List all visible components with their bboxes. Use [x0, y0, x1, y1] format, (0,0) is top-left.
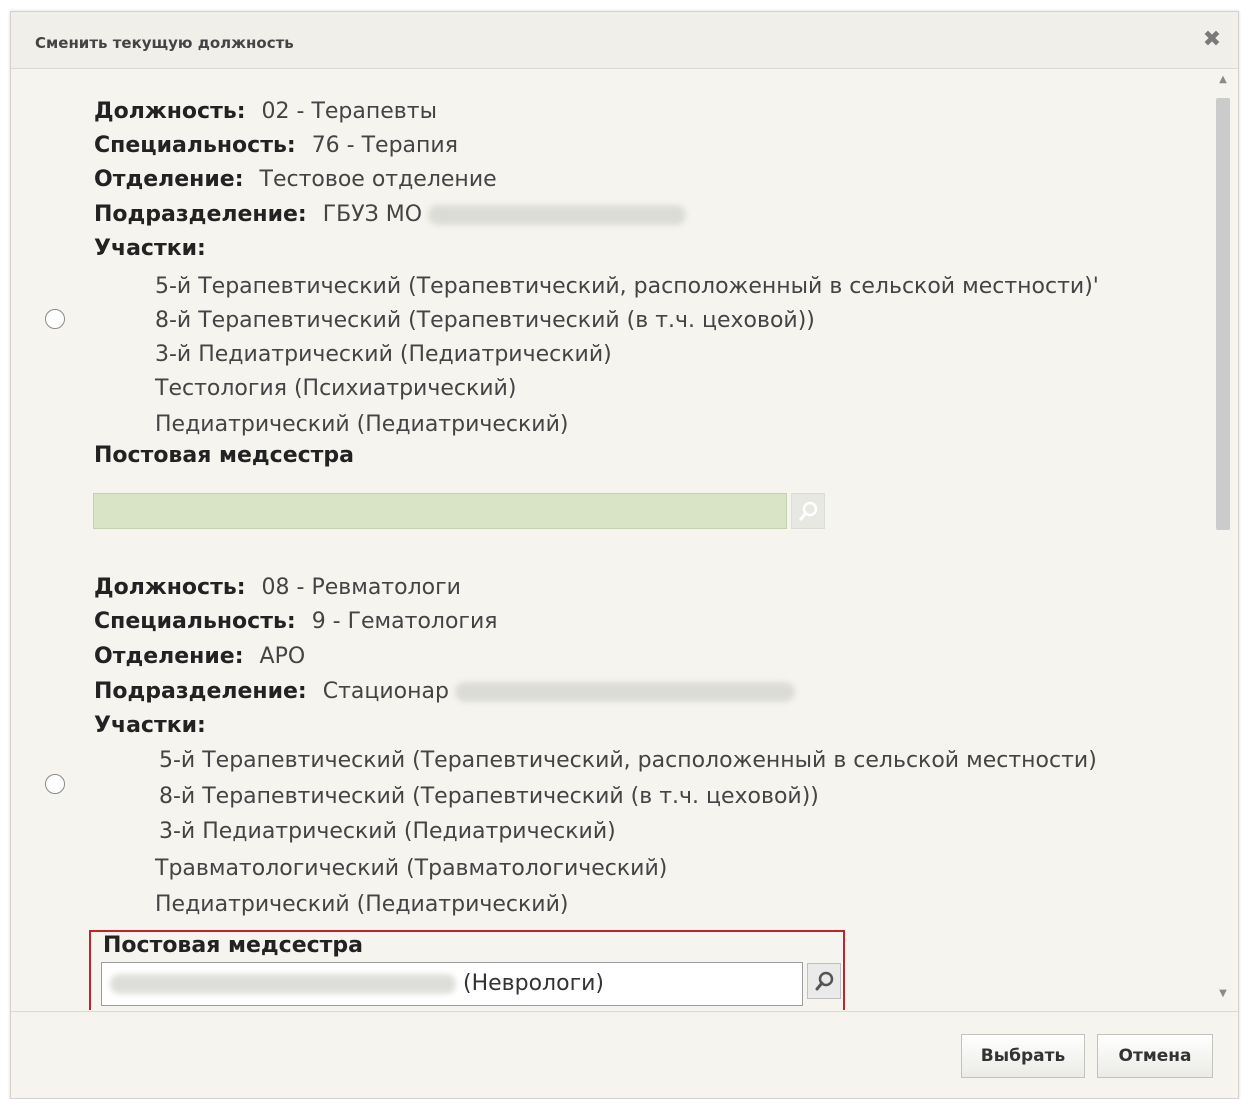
dialog-footer: Выбрать Отмена — [11, 1011, 1238, 1098]
department-label: Отделение: — [94, 644, 244, 669]
select-button[interactable]: Выбрать — [961, 1034, 1085, 1078]
subdivision-label: Подразделение: — [94, 679, 307, 704]
close-icon[interactable]: ✖ — [1200, 28, 1224, 52]
area-item: Травматологический (Травматологический) — [155, 856, 668, 881]
nurse-label: Постовая медсестра — [103, 933, 364, 958]
areas-row: Участки: — [94, 711, 206, 741]
department-value: АРО — [259, 644, 306, 669]
position-option-2: Должность: 08 - Ревматологи Специальность… — [11, 69, 1201, 1010]
position-row: Должность: 08 - Ревматологи — [94, 573, 461, 603]
nurse-row: Постовая медсестра — [103, 931, 363, 961]
specialty-value: 9 - Гематология — [311, 609, 498, 634]
area-item: 5-й Терапевтический (Терапевтический, ра… — [159, 748, 1097, 773]
area-item: 3-й Педиатрический (Педиатрический) — [159, 819, 616, 844]
scroll-down-icon[interactable]: ▼ — [1212, 986, 1234, 1002]
search-icon — [815, 971, 834, 991]
position-value: 08 - Ревматологи — [261, 575, 461, 600]
nurse-search-button-2[interactable] — [807, 963, 841, 999]
scroll-thumb[interactable] — [1216, 98, 1230, 530]
dialog-content: Должность: 02 - Терапевты Специальность: 7… — [11, 69, 1210, 1010]
specialty-row: Специальность: 9 - Гематология — [94, 607, 498, 637]
cancel-button[interactable]: Отмена — [1097, 1034, 1213, 1078]
areas-label: Участки: — [94, 713, 206, 738]
nurse-input-value: (Неврологи) — [463, 971, 605, 996]
dialog-title: Сменить текущую должность — [35, 34, 294, 52]
department-row: Отделение: АРО — [94, 642, 305, 672]
area-item: Педиатрический (Педиатрический) — [155, 892, 569, 917]
position-label: Должность: — [94, 575, 246, 600]
vertical-scrollbar[interactable]: ▲ ▼ — [1212, 72, 1234, 1002]
dialog-titlebar: Сменить текущую должность ✖ — [11, 12, 1238, 69]
position-radio-2[interactable] — [45, 774, 65, 794]
specialty-label: Специальность: — [94, 609, 296, 634]
redacted-text — [110, 974, 456, 994]
scroll-up-icon[interactable]: ▲ — [1212, 72, 1234, 88]
area-item: 8-й Терапевтический (Терапевтический (в … — [159, 784, 819, 809]
subdivision-row: Подразделение: Стационар — [94, 677, 795, 707]
subdivision-value: Стационар — [322, 679, 449, 704]
change-position-dialog: Сменить текущую должность ✖ Должность: 02… — [10, 11, 1239, 1099]
redacted-text — [454, 682, 795, 702]
nurse-input[interactable]: (Неврологи) — [101, 962, 803, 1006]
